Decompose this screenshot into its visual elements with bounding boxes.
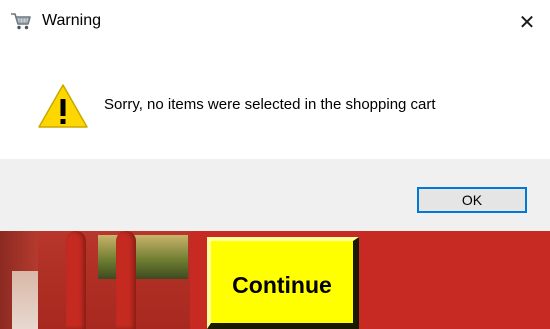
close-button[interactable]: ✕ <box>504 0 550 44</box>
dialog-footer: OK <box>0 159 550 231</box>
warning-icon <box>37 82 89 130</box>
continue-button-label: Continue <box>232 271 332 298</box>
background-photo <box>0 231 190 329</box>
shopping-cart-icon <box>10 11 32 31</box>
ok-button-label: OK <box>461 192 483 208</box>
title-bar: Warning ✕ <box>0 0 550 44</box>
continue-button[interactable]: Continue <box>207 237 359 329</box>
dialog-title: Warning <box>42 12 101 29</box>
dialog-message: Sorry, no items were selected in the sho… <box>104 96 436 113</box>
ok-button[interactable]: OK <box>417 187 527 213</box>
background-application: Continue <box>0 231 550 329</box>
close-icon: ✕ <box>518 11 536 34</box>
warning-dialog: Warning ✕ Sorry, no items were selected … <box>0 0 550 231</box>
